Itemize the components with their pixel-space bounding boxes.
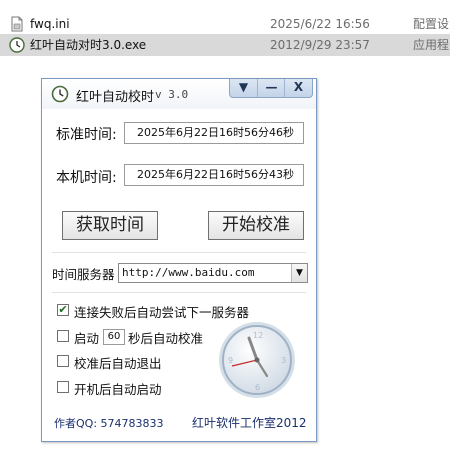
local-time-label: 本机时间: <box>56 170 117 186</box>
author-qq: 作者QQ: 574783833 <box>54 417 164 430</box>
svg-text:6: 6 <box>255 383 260 392</box>
start-on-boot-label: 开机后自动启动 <box>74 382 162 397</box>
server-label: 时间服务器 <box>52 267 115 282</box>
minimize-button[interactable]: — <box>257 79 285 97</box>
svg-text:3: 3 <box>281 356 286 365</box>
exit-after-sync-checkbox[interactable] <box>57 355 69 367</box>
standard-time-field[interactable]: 2025年6月22日16时56分46秒 <box>124 122 304 144</box>
time-server-select[interactable]: http://www.baidu.com ▼ <box>118 263 308 283</box>
start-sync-button[interactable]: 开始校准 <box>208 211 304 240</box>
svg-text:9: 9 <box>228 356 233 365</box>
window-version: v 3.0 <box>155 88 189 101</box>
auto-sync-checkbox[interactable] <box>57 330 69 342</box>
file-name: fwq.ini <box>30 17 70 31</box>
start-on-boot-checkbox[interactable] <box>57 381 69 393</box>
get-time-button[interactable]: 获取时间 <box>62 211 158 240</box>
svg-text:12: 12 <box>253 331 263 340</box>
file-type: 应用程 <box>413 38 450 52</box>
dropdown-menu-button[interactable]: ▼ <box>230 79 257 97</box>
standard-time-label: 标准时间: <box>56 127 117 143</box>
auto-sync-seconds-input[interactable]: 60 <box>103 329 125 345</box>
clock-app-icon <box>51 85 69 103</box>
divider <box>52 252 306 253</box>
time-sync-window: 红叶自动校时 v 3.0 ▼ — X 标准时间: 2025年6月22日16时56… <box>41 78 317 442</box>
window-title: 红叶自动校时 <box>76 90 155 105</box>
divider <box>52 292 306 293</box>
titlebar-buttons: ▼ — X <box>229 79 313 98</box>
file-row-exe[interactable]: 红叶自动对时3.0.exe 2012/9/29 23:57 应用程 <box>0 34 450 56</box>
analog-clock-icon: 12 3 6 9 <box>217 320 297 400</box>
auto-sync-prefix: 启动 <box>74 331 100 346</box>
close-button[interactable]: X <box>284 79 312 97</box>
local-time-field[interactable]: 2025年6月22日16时56分43秒 <box>124 164 304 186</box>
chevron-down-icon[interactable]: ▼ <box>291 264 307 282</box>
title-bar[interactable]: 红叶自动校时 v 3.0 ▼ — X <box>42 79 316 109</box>
file-date: 2025/6/22 16:56 <box>270 17 370 31</box>
file-name: 红叶自动对时3.0.exe <box>30 38 147 52</box>
studio-credit: 红叶软件工作室2012 <box>192 416 307 430</box>
file-date: 2012/9/29 23:57 <box>270 38 370 52</box>
file-type: 配置设 <box>413 17 450 31</box>
auto-sync-suffix: 秒后自动校准 <box>128 331 204 346</box>
exit-after-sync-label: 校准后自动退出 <box>74 356 162 371</box>
file-row-fwq-ini[interactable]: fwq.ini 2025/6/22 16:56 配置设 <box>0 13 450 35</box>
retry-next-server-label: 连接失败后自动尝试下一服务器 <box>74 305 250 320</box>
time-server-value: http://www.baidu.com <box>122 266 255 279</box>
clock-app-icon <box>9 37 25 53</box>
retry-next-server-checkbox[interactable]: ✔ <box>57 304 69 316</box>
ini-file-icon <box>9 16 25 32</box>
